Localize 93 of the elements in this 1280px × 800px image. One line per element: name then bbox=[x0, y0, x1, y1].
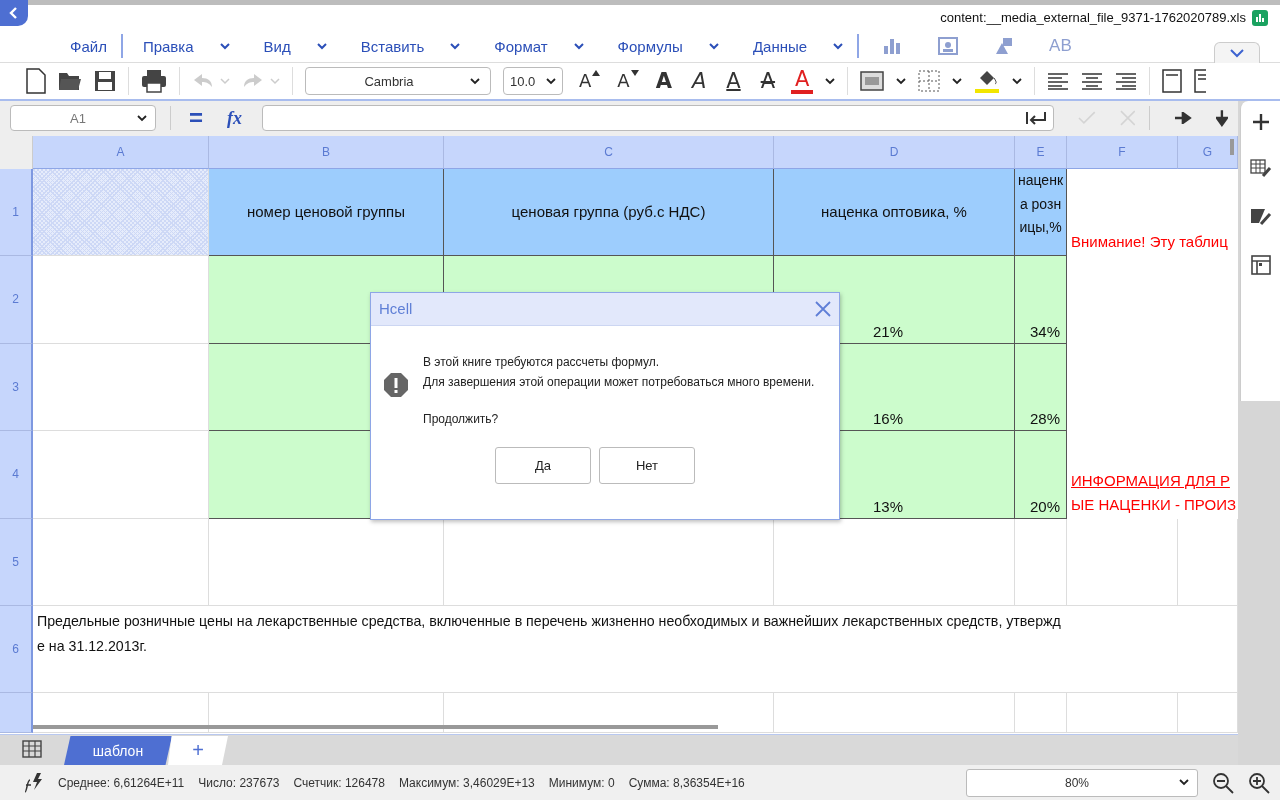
table-cell: наценка оптовика, % bbox=[774, 168, 1015, 256]
shape-edit-icon[interactable] bbox=[1249, 207, 1272, 227]
function-lightning-icon bbox=[22, 771, 44, 794]
table-cell: ценовая группа (руб.с НДС) bbox=[444, 168, 774, 256]
enter-icon[interactable] bbox=[1025, 110, 1048, 127]
dialog-title: Hcell bbox=[379, 300, 414, 318]
caret-icon[interactable] bbox=[896, 77, 907, 85]
italic-button[interactable]: A bbox=[687, 70, 711, 92]
dialog-question: Продолжить? bbox=[423, 411, 500, 426]
status-statistic: Сумма: 8,36354E+16 bbox=[628, 775, 745, 790]
add-sheet-button[interactable]: + bbox=[168, 736, 228, 765]
cell-name-box[interactable]: A1 bbox=[10, 105, 156, 132]
status-statistic: Среднее: 6,61264E+11 bbox=[58, 775, 185, 790]
menu-item[interactable]: Формулы bbox=[617, 34, 733, 58]
formula-input-field[interactable] bbox=[261, 105, 1055, 132]
folder-icon[interactable] bbox=[58, 70, 82, 92]
new-file-icon[interactable] bbox=[26, 68, 46, 94]
caret-icon bbox=[136, 114, 147, 122]
dialog-message: В этой книге требуются рассчеты формул. bbox=[423, 353, 661, 371]
page-icon[interactable] bbox=[1194, 69, 1207, 93]
arrow-right-icon[interactable] bbox=[1174, 112, 1193, 125]
align-right-icon[interactable] bbox=[1115, 72, 1138, 90]
caret-icon bbox=[450, 42, 461, 50]
table-brush-icon[interactable] bbox=[1249, 159, 1272, 179]
table-cell bbox=[1015, 692, 1067, 733]
strikethrough-button[interactable]: A bbox=[756, 70, 780, 92]
back-icon bbox=[8, 6, 20, 20]
collapse-tab[interactable] bbox=[1214, 42, 1260, 63]
caret-icon bbox=[316, 42, 327, 50]
arrow-down-icon[interactable] bbox=[1216, 109, 1228, 128]
caret-icon bbox=[708, 42, 719, 50]
function-button[interactable]: fx bbox=[220, 107, 248, 129]
caret-icon[interactable] bbox=[825, 77, 836, 85]
caret-icon bbox=[470, 77, 480, 85]
grow-font-button[interactable]: A bbox=[575, 72, 602, 90]
status-statistic: Число: 237673 bbox=[198, 775, 280, 790]
menu-item[interactable]: Правка bbox=[142, 34, 244, 58]
file-name: content:__media_external_file_9371-1762020789.xls bbox=[940, 10, 1246, 25]
back-button[interactable] bbox=[0, 0, 28, 26]
layout-icon[interactable] bbox=[1250, 255, 1271, 275]
zoom-in-icon[interactable] bbox=[1248, 771, 1270, 794]
vertical-scrollbar[interactable] bbox=[1230, 138, 1234, 155]
table-cell: 28% bbox=[1015, 343, 1067, 431]
horizontal-scrollbar[interactable] bbox=[33, 724, 718, 729]
menu-item[interactable]: Файл bbox=[70, 34, 123, 58]
fill-color-icon[interactable] bbox=[974, 68, 1001, 94]
table-cell: 20% bbox=[1015, 430, 1067, 519]
table-cell: Предельные розничные цены на лекарственные средства, включенные в перечень жизненно необходимых и важнейших лекарственных средств, утвержд е на 31.12.2013г. bbox=[33, 605, 1238, 693]
menu-item[interactable]: Вид bbox=[263, 34, 341, 58]
font-color-button[interactable]: A bbox=[791, 68, 814, 94]
caret-icon bbox=[546, 77, 556, 85]
sheet-tab[interactable]: шаблон bbox=[64, 736, 172, 765]
equals-button[interactable]: = bbox=[184, 104, 207, 133]
zoom-out-icon[interactable] bbox=[1212, 771, 1234, 794]
sheets-list-icon[interactable] bbox=[22, 740, 42, 758]
menu-item[interactable]: Формат bbox=[494, 34, 598, 58]
print-icon[interactable] bbox=[141, 69, 167, 93]
table-cell: наценка розницы,% bbox=[1015, 168, 1067, 256]
yes-button[interactable]: Да bbox=[495, 446, 591, 484]
plus-icon[interactable] bbox=[1251, 113, 1270, 131]
caret-icon bbox=[219, 42, 230, 50]
table-cell: номер ценовой группы bbox=[209, 168, 444, 256]
status-statistic: Минимум: 0 bbox=[548, 775, 615, 790]
no-button[interactable]: Нет bbox=[599, 446, 695, 484]
zoom-select[interactable]: 80% bbox=[966, 768, 1198, 797]
chevron-down-icon bbox=[1230, 48, 1244, 58]
status-statistic: Счетчик: 126478 bbox=[293, 775, 385, 790]
caret-icon bbox=[1179, 779, 1189, 786]
triangle-down-icon bbox=[630, 70, 639, 76]
spreadsheet-app-icon bbox=[1252, 9, 1268, 26]
menu-item[interactable]: Данные bbox=[752, 34, 860, 58]
font-select[interactable]: Cambria bbox=[305, 67, 491, 95]
caret-icon[interactable] bbox=[952, 77, 963, 85]
save-icon[interactable] bbox=[94, 70, 116, 92]
triangle-up-icon bbox=[592, 70, 601, 76]
table-cell-text: Внимание! Эту таблиц bbox=[1070, 231, 1229, 252]
font-size-select[interactable]: 10.0 bbox=[503, 67, 563, 95]
merge-cells-icon[interactable] bbox=[860, 71, 885, 91]
caret-icon bbox=[573, 42, 584, 50]
close-icon[interactable] bbox=[815, 300, 831, 317]
menu-item[interactable]: Вставить bbox=[360, 34, 475, 58]
caret-icon[interactable] bbox=[1012, 77, 1023, 85]
status-statistic: Максимум: 3,46029E+13 bbox=[398, 775, 535, 790]
underline-button[interactable]: A bbox=[722, 70, 745, 92]
align-center-icon[interactable] bbox=[1081, 72, 1104, 90]
shrink-font-button[interactable]: A bbox=[613, 72, 640, 90]
bold-button[interactable]: A bbox=[651, 70, 676, 92]
page-icon[interactable] bbox=[1162, 69, 1183, 93]
warning-icon bbox=[383, 371, 409, 398]
caret-icon bbox=[833, 42, 844, 50]
table-cell-text: ИНФОРМАЦИЯ ДЛЯ Р ЫЕ НАЦЕНКИ - ПРОИЗ bbox=[1070, 470, 1238, 515]
align-left-icon[interactable] bbox=[1047, 72, 1070, 90]
table-cell: 34% bbox=[1015, 255, 1067, 344]
